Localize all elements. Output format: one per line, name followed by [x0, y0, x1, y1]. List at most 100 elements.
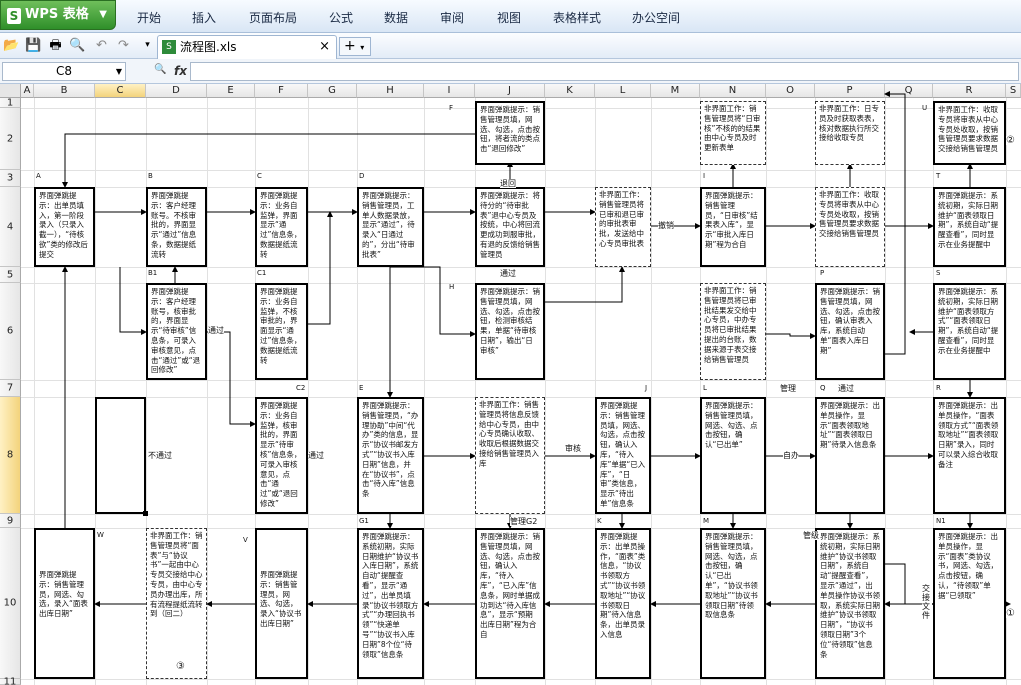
flow-box-T[interactable]: 界面弹跳提示：系统初期，实际日期维护“面表领取日期”，系统自动“提醒查看”，同时… [933, 187, 1006, 267]
menu-home[interactable]: 开始 [137, 9, 161, 26]
flow-box-P-mid[interactable]: 非界面工作：收取专员将审表从中心专员处收取，按销售管理员要求数据交接给销售管理员 [815, 187, 885, 267]
box-tag: L [703, 384, 707, 392]
flow-box-C[interactable]: 界面弹跳提示：业务自监弹，界面显示“通过”信息条，数据提纸流转 [255, 187, 308, 267]
more-icon[interactable]: ▾ [139, 37, 156, 54]
fx-icon[interactable]: fx [174, 64, 187, 78]
box-tag: G1 [359, 517, 369, 525]
box-tag: C [257, 172, 262, 180]
box-tag: V [243, 536, 248, 544]
app-name: WPS 表格 [25, 7, 89, 22]
box-tag: W [97, 531, 104, 539]
wps-spreadsheet-window: S WPS 表格 ▼ 开始 插入 页面布局 公式 数据 审阅 视图 表格样式 办公空… [0, 0, 1021, 685]
print-preview-icon[interactable]: 🔍 [69, 37, 86, 54]
box-tag: C1 [257, 269, 267, 277]
box-tag: B [148, 172, 153, 180]
print-icon[interactable]: 🖶 [47, 37, 64, 54]
menu-insert[interactable]: 插入 [192, 9, 216, 26]
flow-box-G1[interactable]: 界面弹跳提示：系统初期，实际日期维护“协议书入库日期”，系统自动“提醒查看”，显… [357, 528, 424, 679]
box-tag: B1 [148, 269, 158, 277]
menu-office-space[interactable]: 办公空间 [632, 9, 680, 26]
document-title: 流程图.xls [180, 40, 237, 54]
menu-review[interactable]: 审阅 [440, 9, 464, 26]
flow-box-E[interactable]: 界面弹跳提示：销售管理员，“办理协助”中间“代办”类的信息，显示“协议书邮发方式… [357, 397, 424, 514]
flow-box-I[interactable]: 界面弹跳提示：销售管理员，“日审核”结果表入库“，显示“审批入库日期”程为合自 [700, 187, 766, 267]
flow-box-J-mid[interactable]: 非界面工作：销售管理员将信息反馈给中心专员，由中心专员确认收取、收取后根据数据交… [475, 397, 545, 514]
flow-box-F[interactable]: 界面弹跳提示：销售管理员填，网选、勾选，点击按钮，将者流的类点击“退回修改” [475, 101, 545, 165]
connector-label: 管级 [803, 531, 819, 540]
box-tag: R [936, 384, 941, 392]
box-tag: M [703, 517, 710, 525]
spreadsheet-grid[interactable]: A B C D E F G H I J K L M N O P Q R S 1 … [0, 84, 1021, 685]
flow-box-M[interactable]: 界面弹跳提示：销售管理员填，网选、勾选，点击按钮，确认“已出单”，“协议书领取地… [700, 528, 766, 679]
plus-icon: + [344, 38, 356, 54]
formula-input[interactable] [190, 62, 1019, 81]
flow-box-P[interactable]: 界面弹跳提示：销售管理员填，网选、勾选，点击按钮，确认审表入库，系统自动单“面表… [815, 283, 885, 380]
flow-box-N-mid[interactable]: 非界面工作：销售管理员将已审批结果发交给中心专员，中办专员将已审批结果提出的台账… [700, 283, 766, 380]
menu-data[interactable]: 数据 [384, 9, 408, 26]
flow-box-sys1[interactable]: 非界面工作：销售管理员将已审和退已审的审批表审批，发送给中心专员审批表 [595, 187, 651, 267]
flow-box-N2[interactable]: 界面弹跳提示：系统初期，实际日期维护“协议书领取日期”，系统自动“提醒查看”，显… [815, 528, 885, 679]
chevron-down-icon[interactable]: ▼ [116, 63, 122, 80]
flow-box-non-ui-W[interactable]: 非界面工作：销售管理员将“面表”与“协议书”一起由中心专员交接给中心专员，由中心… [146, 528, 207, 679]
flow-box-D[interactable]: 界面弹跳提示：销售管理员，工单人数据录放，显示“通过”，待录入“日通过的”，分出… [357, 187, 424, 267]
box-tag: N1 [936, 517, 946, 525]
flow-box-N1[interactable]: 界面弹跳提示：出单员操作，显示“面表”类协议书，网选、勾选，点击按钮，确认，“待… [933, 528, 1006, 679]
menu-formula[interactable]: 公式 [329, 9, 353, 26]
tab-document[interactable]: S 流程图.xls × [157, 35, 337, 59]
flow-box-H[interactable]: 界面弹跳提示：销售管理员填，网选、勾选，点击按钮，检测审核结果，单据“待审核日期… [475, 283, 545, 380]
flow-box-top-P[interactable]: 非界面工作：日专员及时获取表表，核对数据执行所交接给收取专员 [815, 101, 885, 165]
box-tag: C2 [296, 384, 306, 392]
box-tag: K [597, 517, 602, 525]
flow-box-R[interactable]: 界面弹跳提示：出单员操作，“面表领取方式”“面表领取地址”“面表领取日期”录入，… [933, 397, 1006, 514]
flow-box-B1[interactable]: 界面弹跳提示：客户经理账号，核审批的，界面显示“待审核”信息条，可录入审核意见，… [146, 283, 207, 380]
box-tag: E [359, 384, 364, 392]
menu-bar: S WPS 表格 ▼ 开始 插入 页面布局 公式 数据 审阅 视图 表格样式 办公空… [0, 0, 1021, 33]
flow-box-C1[interactable]: 界面弹跳提示：业务自监弹，不核审批的，界面显示“通过”信息条，数据提纸流转 [255, 283, 308, 380]
formula-bar: C8 ▼ 🔍 fx [0, 59, 1021, 84]
connector-label: 通过 [500, 269, 516, 278]
chevron-down-icon: ▼ [99, 9, 107, 20]
connector-label: 管理 [780, 384, 796, 393]
flow-box-J8[interactable]: 界面弹跳提示：销售管理员填，网选、勾选，点击按钮，确认入库，“待入库”单据“已入… [595, 397, 651, 514]
open-icon[interactable]: 📂 [3, 37, 20, 54]
app-menu-button[interactable]: S WPS 表格 ▼ [0, 0, 116, 30]
menu-table-style[interactable]: 表格样式 [553, 9, 601, 26]
new-tab-button[interactable]: + ▾ [339, 37, 371, 56]
box-tag: F [449, 104, 454, 112]
box-tag: A [36, 172, 41, 180]
close-icon[interactable]: × [319, 36, 330, 58]
flow-box-K-mid[interactable]: 界面弹跳提示：销售管理员填，网选、勾选，点击按钮，确认入库，“待入库”，“已入库… [475, 528, 545, 679]
circle-marker-3: ③ [176, 661, 185, 672]
box-tag: H [449, 283, 455, 291]
flow-box-C2[interactable]: 界面弹跳提示：业务自监弹，核审批的，界面显示“待审核”信息条，可录入审核意见，点… [255, 397, 308, 514]
undo-icon[interactable]: ↶ [93, 37, 110, 54]
menu-page-layout[interactable]: 页面布局 [249, 9, 297, 26]
search-function-icon[interactable]: 🔍 [154, 64, 166, 75]
box-tag: T [936, 172, 941, 180]
flow-box-W[interactable]: 界面弹跳提示：销售管理员，网选、勾选，录入“面表出库日期” [34, 528, 95, 679]
flow-box-Q[interactable]: 界面弹跳提示：出单员操作，显示“面表领取地址”“面表领取日期”待录入信息条 [815, 397, 885, 514]
connector-label: 退回 [500, 179, 516, 188]
flow-box-A[interactable]: 界面弹跳提示：出单员填入，第一阶段录入（只录入截一），“待核欲”类的修改后提交 [34, 187, 95, 267]
cell-reference: C8 [55, 64, 72, 78]
circle-marker-2: ② [1006, 135, 1015, 146]
flow-box-V[interactable]: 界面弹跳提示：销售管理员，网选、勾选，录入“协议书出库日期” [255, 528, 308, 679]
save-icon[interactable]: 💾 [25, 37, 42, 54]
connector-label: 不通过 [148, 451, 172, 460]
flow-box-U[interactable]: 非界面工作：收取专员将审表从中心专员处收取，按销售管理员要求数据交接给销售管理员 [933, 101, 1006, 165]
flow-box-top-N[interactable]: 非界面工作：销售管理员将“日审核”不核的的结果由中心专员及时更新表单 [700, 101, 766, 165]
flow-box-B[interactable]: 界面弹跳提示：客户经理账号。不核审批的，界面显示“通过”信息条，数据提纸流转 [146, 187, 207, 267]
name-box[interactable]: C8 ▼ [2, 62, 126, 81]
flow-box-K[interactable]: 界面弹跳提示：出单员操作，“面表”类信息，“协议书领取方式”“协议书领取地址”“… [595, 528, 651, 679]
menu-view[interactable]: 视图 [497, 9, 521, 26]
connector-label: 通过 [208, 326, 224, 335]
chevron-down-icon: ▾ [360, 43, 365, 52]
redo-icon[interactable]: ↷ [115, 37, 132, 54]
connector-label: 通过 [308, 451, 324, 460]
box-tag: P [820, 269, 825, 277]
flow-box-L[interactable]: 界面弹跳提示：销售管理员填，网选、勾选、点击按钮，确认“已出单” [700, 397, 766, 514]
flow-box-J1[interactable]: 界面弹跳提示：将待分的“待审批表”退中心专员及按统，中心将回流更成功到服审批，有… [475, 187, 545, 267]
flow-box-S[interactable]: 界面弹跳提示：系统初期，实际日期维护“面表领取方式”“面表领取日期”，系统自动“… [933, 283, 1006, 380]
box-tag: I [703, 172, 706, 180]
box-tag: Q [820, 384, 826, 392]
